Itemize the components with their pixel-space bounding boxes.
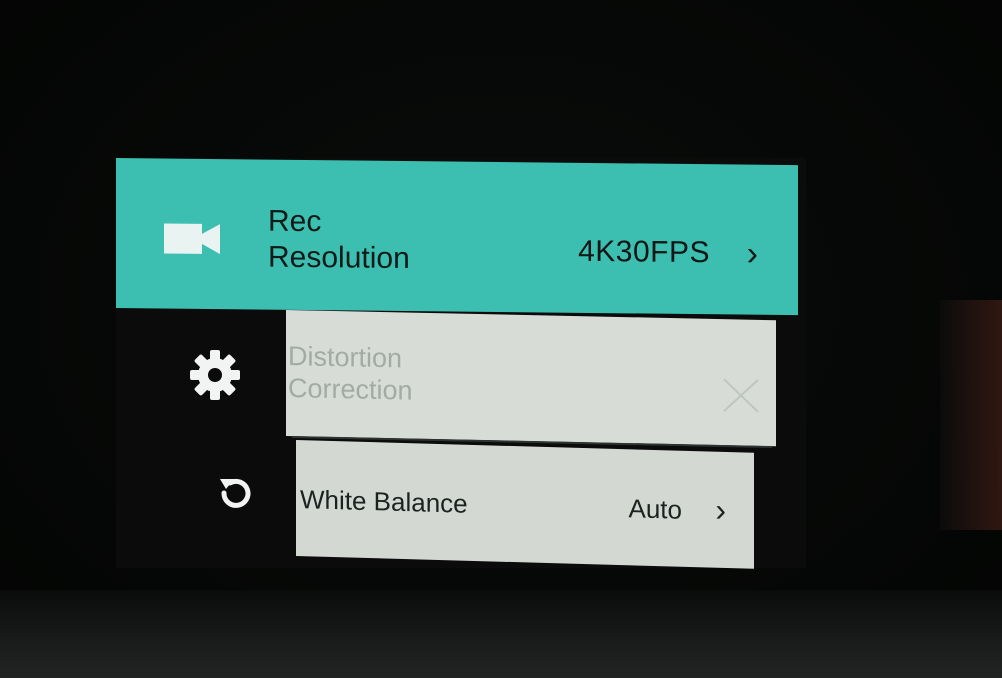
x-icon	[723, 378, 759, 413]
menu-item-label: Distortion Correction	[288, 341, 413, 406]
camera-body-bottom	[0, 590, 1002, 678]
video-camera-icon	[164, 223, 220, 255]
camera-body-edge	[940, 300, 1002, 530]
menu-item-distortion-correction: Distortion Correction	[286, 310, 776, 447]
camera-screen: Rec Resolution 4K30FPS › Distortion Corr…	[116, 158, 806, 569]
menu-item-rec-resolution[interactable]: Rec Resolution 4K30FPS ›	[116, 158, 798, 316]
menu-item-label: White Balance	[300, 484, 468, 519]
reset-icon[interactable]	[214, 471, 258, 515]
menu-item-value: Auto	[628, 493, 683, 525]
chevron-right-icon: ›	[715, 491, 726, 529]
gear-icon[interactable]	[186, 346, 244, 404]
menu-item-label: Rec Resolution	[268, 204, 410, 276]
menu-item-value: 4K30FPS	[578, 234, 710, 270]
menu-item-white-balance[interactable]: White Balance Auto ›	[296, 440, 754, 569]
chevron-right-icon: ›	[746, 234, 758, 273]
